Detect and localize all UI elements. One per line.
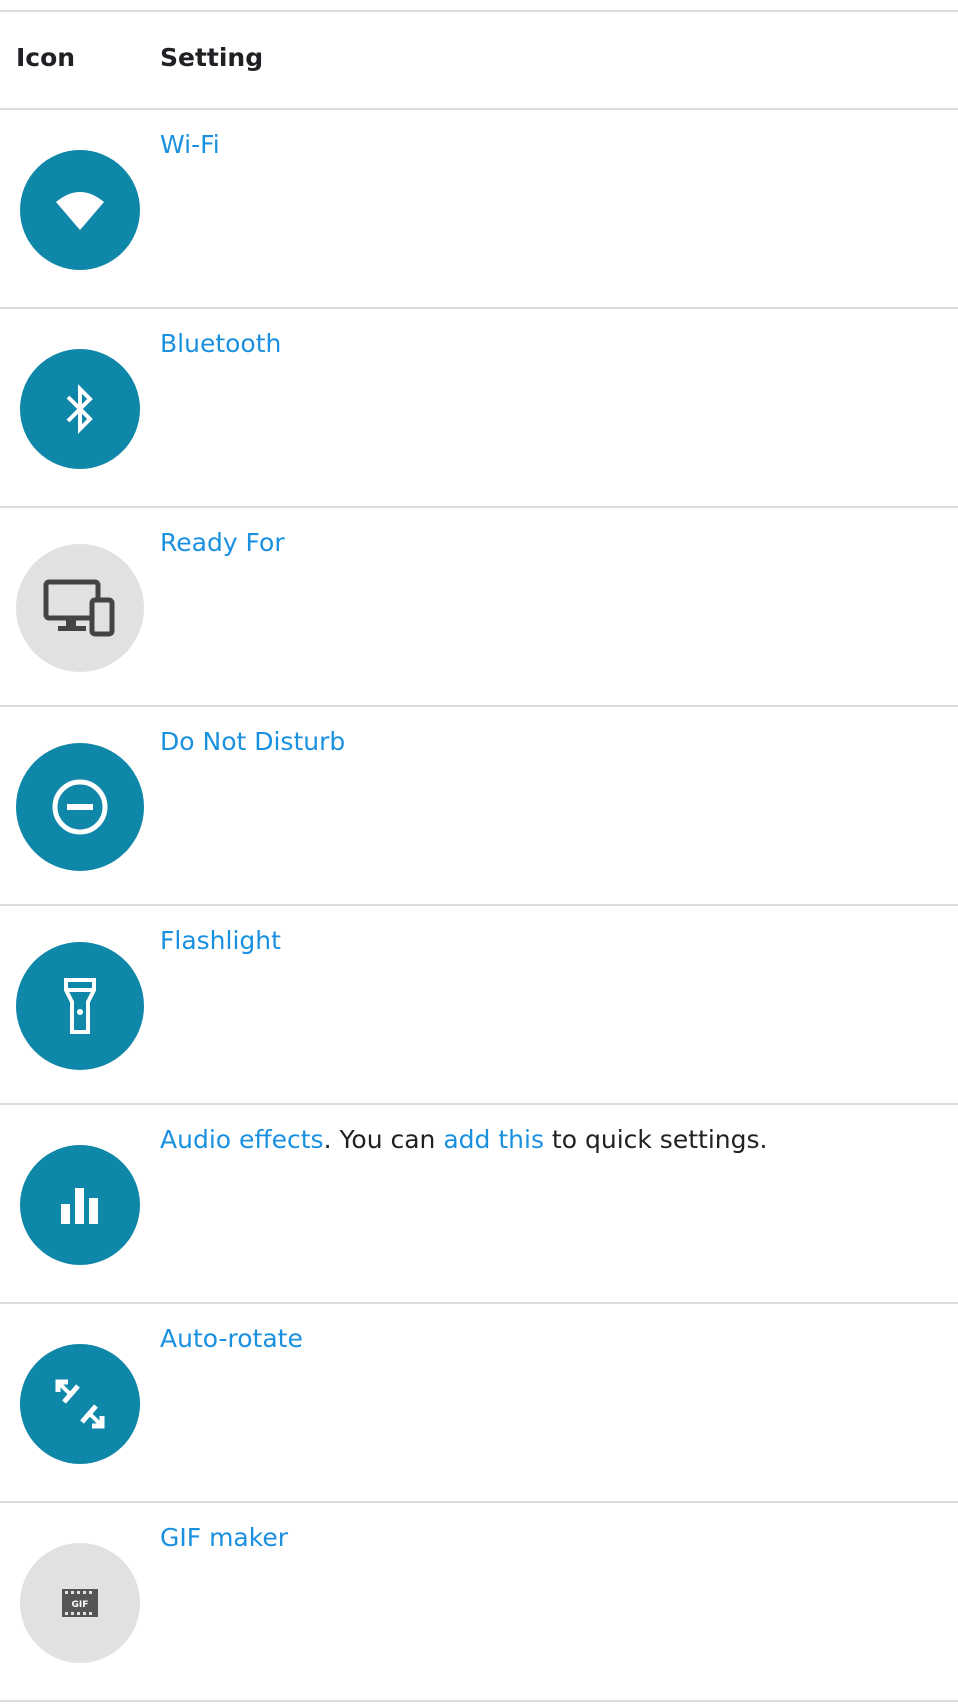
table-row: Do Not Disturb [0,707,958,904]
gif-maker-icon: GIF [20,1543,140,1663]
audio-effects-link[interactable]: Audio effects [160,1125,324,1154]
table-row: GIF GIF maker [0,1503,958,1700]
gif-icon-label: GIF [72,1600,89,1610]
settings-table: Icon Setting Wi-Fi Bluetooth Ready For D… [0,10,958,1702]
table-row: Audio effects. You can add this to quick… [0,1105,958,1302]
bluetooth-link[interactable]: Bluetooth [160,329,281,358]
divider [0,1700,958,1702]
do-not-disturb-link[interactable]: Do Not Disturb [160,727,345,756]
ready-for-link[interactable]: Ready For [160,528,285,557]
auto-rotate-icon [20,1344,140,1464]
auto-rotate-link[interactable]: Auto-rotate [160,1324,303,1353]
row-text: to quick settings. [543,1125,768,1154]
wifi-link[interactable]: Wi-Fi [160,130,220,159]
table-row: Flashlight [0,906,958,1103]
audio-effects-icon [20,1145,140,1265]
row-text: . You can [323,1125,444,1154]
table-row: Ready For [0,508,958,705]
flashlight-link[interactable]: Flashlight [160,926,281,955]
table-header: Icon Setting [0,12,958,108]
header-icon-column: Icon [16,43,76,72]
add-this-link[interactable]: add this [443,1125,544,1154]
do-not-disturb-icon [16,743,144,871]
header-setting-column: Setting [160,43,264,72]
table-row: Wi-Fi [0,110,958,307]
ready-for-icon [16,544,144,672]
bluetooth-icon [20,349,140,469]
gif-maker-link[interactable]: GIF maker [160,1523,288,1552]
table-row: Bluetooth [0,309,958,506]
wifi-icon [20,150,140,270]
table-row: Auto-rotate [0,1304,958,1501]
flashlight-icon [16,942,144,1070]
